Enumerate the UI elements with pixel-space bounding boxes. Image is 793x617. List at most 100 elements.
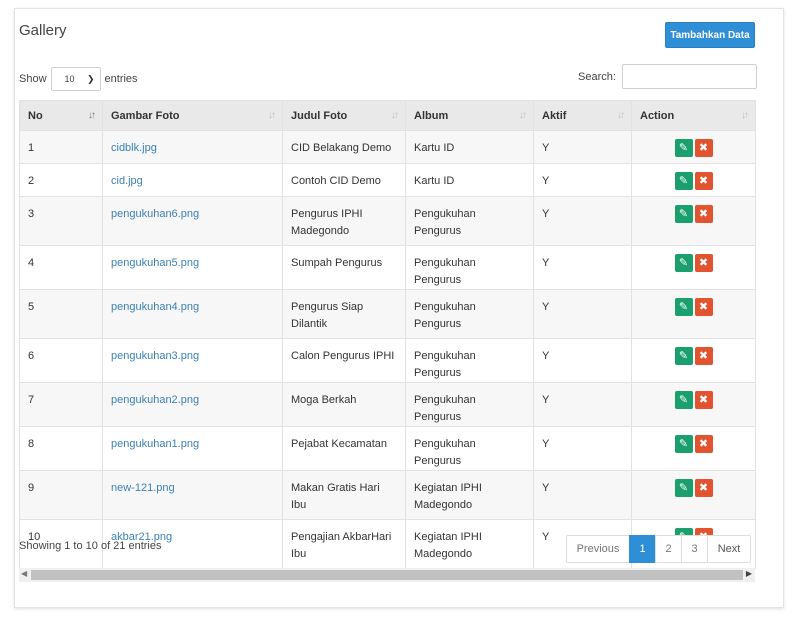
row-actions: ✎✖ [631, 338, 756, 383]
sort-arrows-icon[interactable]: ↓↑ [617, 110, 625, 121]
edit-icon[interactable]: ✎ [674, 254, 693, 272]
length-control: Show 10 ❯ entries [19, 67, 138, 91]
column-header-label: Judul Foto [291, 109, 348, 122]
sort-arrows-icon[interactable]: ↓↑ [391, 110, 399, 121]
show-label: Show [19, 73, 47, 85]
edit-icon[interactable]: ✎ [674, 298, 693, 316]
row-actions: ✎✖ [631, 130, 756, 164]
row-actions: ✎✖ [631, 163, 756, 197]
row-album: Kegiatan IPHI Madegondo [405, 470, 534, 520]
sort-arrows-icon[interactable]: ↓↑ [88, 110, 96, 121]
table-row: 9 new-121.png Makan Gratis Hari Ibu Kegiata… [19, 470, 756, 520]
table-row: 4 pengukuhan5.png Sumpah Pengurus Pengukuha… [19, 245, 756, 290]
delete-x-icon[interactable]: ✖ [694, 205, 713, 223]
search-label: Search: [578, 70, 616, 83]
row-actions: ✎✖ [631, 382, 756, 427]
row-album: Kegiatan IPHI Madegondo [405, 519, 534, 569]
pagination-page-1[interactable]: 1 [629, 535, 656, 563]
row-image-filename[interactable]: pengukuhan1.png [102, 426, 283, 471]
row-number: 3 [19, 196, 103, 246]
row-actions: ✎✖ [631, 470, 756, 520]
entries-length-select[interactable]: 10 ❯ [50, 67, 101, 91]
column-header-active[interactable]: Aktif ↓↑ [533, 100, 632, 131]
search-input[interactable] [621, 64, 757, 89]
column-header-label: No [28, 109, 43, 122]
row-number: 8 [19, 426, 103, 471]
row-image-filename[interactable]: pengukuhan5.png [102, 245, 283, 290]
table-row: 1 cidblk.jpg CID Belakang Demo Kartu ID Y ✎ ✖ [19, 130, 756, 164]
row-image-filename[interactable]: pengukuhan6.png [102, 196, 283, 246]
row-image-filename[interactable]: cidblk.jpg [102, 130, 283, 164]
delete-x-icon[interactable]: ✖ [694, 479, 713, 497]
column-header-action[interactable]: Action ↓↑ [631, 100, 756, 131]
row-active-flag: Y [533, 130, 632, 164]
row-image-filename[interactable]: pengukuhan4.png [102, 289, 283, 339]
horizontal-scrollbar[interactable]: ◀ ▶ [19, 568, 755, 582]
row-actions: ✎✖ [631, 426, 756, 471]
table-body: 1 cidblk.jpg CID Belakang Demo Kartu ID Y ✎ ✖ 2… [19, 130, 756, 569]
row-album: Kartu ID [405, 130, 534, 164]
scroll-left-arrow-icon[interactable]: ◀ [21, 569, 27, 578]
sort-arrows-icon[interactable]: ↓↑ [519, 110, 527, 121]
add-data-button[interactable]: Tambahkan Data [665, 22, 755, 48]
delete-x-icon[interactable]: ✖ [694, 435, 713, 453]
row-image-filename[interactable]: pengukuhan2.png [102, 382, 283, 427]
row-number: 6 [19, 338, 103, 383]
pagination-previous[interactable]: Previous [566, 535, 630, 563]
table-row: 8 pengukuhan1.png Pejabat Kecamatan Penguku… [19, 426, 756, 471]
row-album: Pengukuhan Pengurus [405, 289, 534, 339]
table-row: 7 pengukuhan2.png Moga Berkah Pengukuhan Pe… [19, 382, 756, 427]
edit-icon[interactable]: ✎ [674, 347, 693, 365]
column-header-no[interactable]: No ↓↑ [19, 100, 103, 131]
delete-x-icon[interactable]: ✖ [694, 139, 713, 157]
sort-arrows-icon[interactable]: ↓↑ [268, 110, 276, 121]
row-number: 2 [19, 163, 103, 197]
row-number: 7 [19, 382, 103, 427]
row-image-filename[interactable]: cid.jpg [102, 163, 283, 197]
row-image-filename[interactable]: new-121.png [102, 470, 283, 520]
scroll-right-arrow-icon[interactable]: ▶ [746, 569, 752, 578]
row-album: Pengukuhan Pengurus [405, 196, 534, 246]
row-album: Pengukuhan Pengurus [405, 426, 534, 471]
table-row: 2 cid.jpg Contoh CID Demo Kartu ID Y ✎ ✖ [19, 163, 756, 197]
edit-icon[interactable]: ✎ [674, 391, 693, 409]
column-header-label: Action [640, 109, 675, 122]
pagination-page-2[interactable]: 2 [655, 535, 682, 563]
row-active-flag: Y [533, 196, 632, 246]
row-image-filename[interactable]: pengukuhan3.png [102, 338, 283, 383]
pagination-next[interactable]: Next [707, 535, 751, 563]
delete-x-icon[interactable]: ✖ [694, 254, 713, 272]
row-number: 5 [19, 289, 103, 339]
edit-icon[interactable]: ✎ [674, 205, 693, 223]
scrollbar-thumb[interactable] [31, 570, 743, 580]
row-photo-title: Pejabat Kecamatan [282, 426, 406, 471]
row-active-flag: Y [533, 382, 632, 427]
column-header-title[interactable]: Judul Foto ↓↑ [282, 100, 406, 131]
row-actions: ✎✖ [631, 289, 756, 339]
row-active-flag: Y [533, 163, 632, 197]
sort-arrows-icon[interactable]: ↓↑ [741, 110, 749, 121]
row-number: 4 [19, 245, 103, 290]
row-photo-title: Pengajian AkbarHari Ibu [282, 519, 406, 569]
edit-icon[interactable]: ✎ [674, 479, 693, 497]
pagination-page-3[interactable]: 3 [681, 535, 708, 563]
column-header-image[interactable]: Gambar Foto ↓↑ [102, 100, 283, 131]
edit-icon[interactable]: ✎ [674, 172, 693, 190]
row-active-flag: Y [533, 426, 632, 471]
row-active-flag: Y [533, 338, 632, 383]
row-number: 9 [19, 470, 103, 520]
delete-x-icon[interactable]: ✖ [694, 298, 713, 316]
gallery-table: No ↓↑ Gambar Foto ↓↑ Judul Foto ↓↑ Album ↓↑ Akti… [19, 100, 756, 569]
row-actions: ✎✖ [631, 196, 756, 246]
edit-icon[interactable]: ✎ [674, 139, 693, 157]
delete-x-icon[interactable]: ✖ [694, 391, 713, 409]
edit-icon[interactable]: ✎ [674, 435, 693, 453]
row-active-flag: Y [533, 470, 632, 520]
column-header-album[interactable]: Album ↓↑ [405, 100, 534, 131]
row-actions: ✎✖ [631, 245, 756, 290]
delete-x-icon[interactable]: ✖ [694, 172, 713, 190]
delete-x-icon[interactable]: ✖ [694, 347, 713, 365]
row-active-flag: Y [533, 245, 632, 290]
table-row: 5 pengukuhan4.png Pengurus Siap Dilantik Pe… [19, 289, 756, 339]
length-value: 10 [64, 74, 75, 84]
